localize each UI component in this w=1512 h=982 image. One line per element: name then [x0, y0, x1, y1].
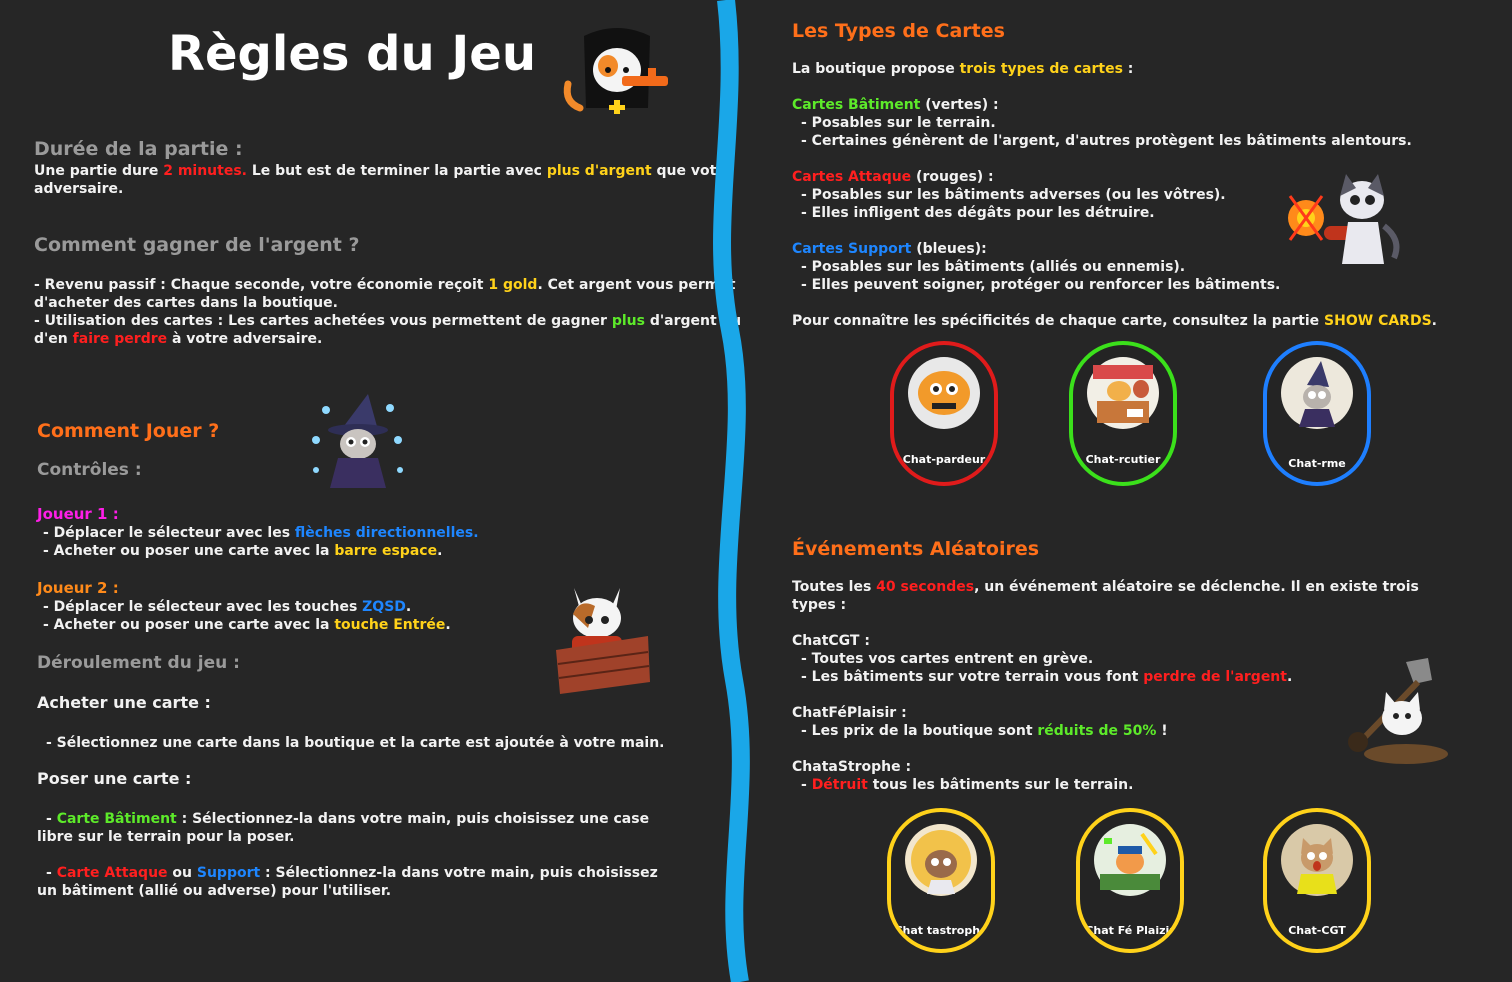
- card-label: Chat-rme: [1288, 457, 1346, 470]
- card-chat-fe-plaizir: Chat Fé Plaizir: [1076, 808, 1184, 953]
- gagner-line-1: - Revenu passif : Chaque seconde, votre …: [34, 277, 736, 293]
- catastrophe-line-1: - Détruit tous les bâtiments sur le terr…: [801, 777, 1134, 793]
- card-image: [1281, 357, 1353, 429]
- duree-line-1: Une partie dure 2 minutes. Le but est de…: [34, 163, 733, 179]
- gagner-line-2: d'acheter des cartes dans la boutique.: [34, 295, 338, 311]
- catastrophe-heading: ChataStrophe :: [792, 759, 912, 775]
- wall-cat-icon: [540, 578, 652, 696]
- gagner-line-4: d'en faire perdre à votre adversaire.: [34, 331, 323, 347]
- types-intro: La boutique propose trois types de carte…: [792, 61, 1134, 77]
- support-line-1: - Posables sur les bâtiments (alliés ou …: [801, 259, 1186, 275]
- gagner-line-3: - Utilisation des cartes : Les cartes ac…: [34, 313, 742, 329]
- attaque-line-1: - Posables sur les bâtiments adverses (o…: [801, 187, 1226, 203]
- feplaisir-line-1: - Les prix de la boutique sont réduits d…: [801, 723, 1168, 739]
- feplaisir-heading: ChatFéPlaisir :: [792, 705, 907, 721]
- joueur2-heading: Joueur 2 :: [37, 579, 119, 597]
- joueur2-line-1: - Déplacer le sélecteur avec les touches…: [43, 599, 412, 615]
- cgt-line-2: - Les bâtiments sur votre terrain vous f…: [801, 669, 1293, 685]
- card-image: [1094, 824, 1166, 896]
- batiment-line-2: - Certaines génèrent de l'argent, d'autr…: [801, 133, 1412, 149]
- card-chat-tastrophe: Chat tastrophe: [887, 808, 995, 953]
- card-image: [1087, 357, 1159, 429]
- poser-heading: Poser une carte :: [37, 769, 192, 788]
- support-line-2: - Elles peuvent soigner, protéger ou ren…: [801, 277, 1281, 293]
- events-line-2: types :: [792, 597, 847, 613]
- duree-heading: Durée de la partie :: [34, 138, 243, 160]
- card-label: Chat Fé Plaizir: [1085, 924, 1175, 937]
- batiment-heading: Cartes Bâtiment (vertes) :: [792, 97, 999, 113]
- page-title: Règles du Jeu: [168, 26, 536, 82]
- poser-line-2: libre sur le terrain pour la poser.: [37, 829, 295, 845]
- card-image: [905, 824, 977, 896]
- joueur1-heading: Joueur 1 :: [37, 505, 119, 523]
- acheter-heading: Acheter une carte :: [37, 693, 211, 712]
- batiment-line-1: - Posables sur le terrain.: [801, 115, 996, 131]
- cgt-line-1: - Toutes vos cartes entrent en grève.: [801, 651, 1094, 667]
- card-chat-pardeur: Chat-pardeur: [890, 341, 998, 486]
- controles-heading: Contrôles :: [37, 460, 142, 480]
- events-heading: Événements Aléatoires: [792, 538, 1040, 560]
- card-chat-cgt: Chat-CGT: [1263, 808, 1371, 953]
- card-label: Chat tastrophe: [894, 924, 988, 937]
- jouer-heading: Comment Jouer ?: [37, 420, 220, 442]
- joueur1-line-2: - Acheter ou poser une carte avec la bar…: [43, 543, 443, 559]
- card-label: Chat-pardeur: [902, 453, 986, 466]
- deroulement-heading: Déroulement du jeu :: [37, 653, 240, 673]
- show-cards-line: Pour connaître les spécificités de chaqu…: [792, 313, 1437, 329]
- joueur1-line-1: - Déplacer le sélecteur avec les flèches…: [43, 525, 479, 541]
- nun-cat-icon: [562, 24, 672, 120]
- card-image: [908, 357, 980, 429]
- cgt-heading: ChatCGT :: [792, 633, 870, 649]
- gagner-heading: Comment gagner de l'argent ?: [34, 234, 360, 256]
- wizard-cat-icon: [306, 390, 408, 492]
- poser-line-1: - Carte Bâtiment : Sélectionnez-la dans …: [46, 811, 650, 827]
- poser-line-3: - Carte Attaque ou Support : Sélectionne…: [46, 865, 658, 881]
- support-heading: Cartes Support (bleues):: [792, 241, 987, 257]
- card-chat-rme: Chat-rme: [1263, 341, 1371, 486]
- events-line-1: Toutes les 40 secondes, un événement alé…: [792, 579, 1419, 595]
- wavy-divider: [713, 0, 750, 982]
- attaque-heading: Cartes Attaque (rouges) :: [792, 169, 994, 185]
- card-chat-rcutier: Chat-rcutier: [1069, 341, 1177, 486]
- acheter-line-1: - Sélectionnez une carte dans la boutiqu…: [46, 735, 665, 751]
- shovel-cat-icon: [1336, 654, 1454, 766]
- card-label: Chat-CGT: [1288, 924, 1346, 937]
- card-image: [1281, 824, 1353, 896]
- joueur2-line-2: - Acheter ou poser une carte avec la tou…: [43, 617, 451, 633]
- duree-line-2: adversaire.: [34, 181, 124, 197]
- attaque-line-2: - Elles infligent des dégâts pour les dé…: [801, 205, 1155, 221]
- dynamite-cat-icon: [1284, 166, 1406, 270]
- poser-line-4: un bâtiment (allié ou adverse) pour l'ut…: [37, 883, 392, 899]
- types-heading: Les Types de Cartes: [792, 20, 1005, 42]
- card-label: Chat-rcutier: [1085, 453, 1161, 466]
